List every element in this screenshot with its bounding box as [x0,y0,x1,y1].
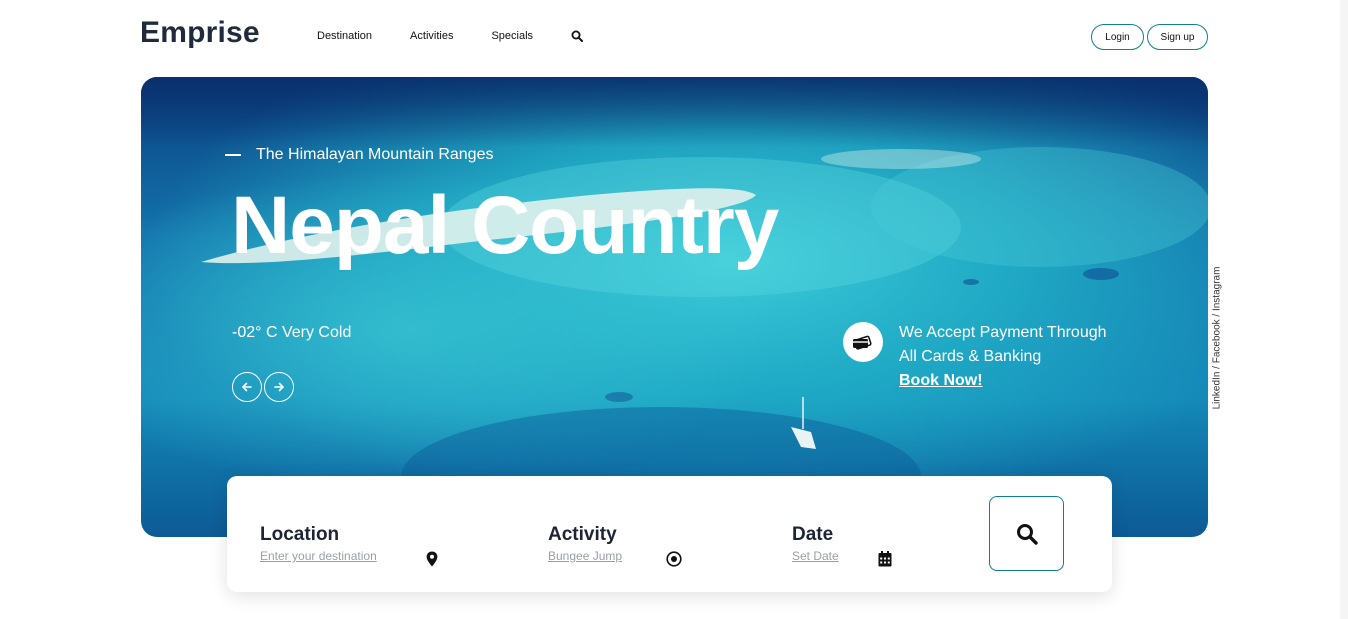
search-icon[interactable] [571,29,585,43]
signup-button[interactable]: Sign up [1147,24,1208,50]
search-panel: Location Enter your destination Activity… [227,476,1112,592]
book-now-link[interactable]: Book Now! [899,369,1107,393]
prev-slide-button[interactable] [232,372,262,402]
slider-controls [232,372,294,402]
location-input[interactable]: Enter your destination [260,549,377,563]
auth-buttons: Login Sign up [1091,24,1208,50]
next-slide-button[interactable] [264,372,294,402]
page-scrollbar[interactable] [1340,0,1348,619]
date-label: Date [792,524,834,545]
activity-select[interactable]: Bungee Jump [548,549,622,563]
date-picker[interactable]: Set Date [792,549,839,563]
search-submit-button[interactable] [989,496,1064,571]
login-button[interactable]: Login [1091,24,1144,50]
payment-line-2: All Cards & Banking [899,348,1042,365]
target-icon[interactable] [666,551,682,567]
nav-destination[interactable]: Destination [317,30,372,42]
main-nav: Destination Activities Specials [317,29,585,43]
site-logo[interactable]: Emprise [140,16,260,50]
social-links[interactable]: LinkedIn / Facebook / Instagram [1211,252,1223,424]
social-links-text: LinkedIn / Facebook / Instagram [1211,266,1223,410]
hero-eyebrow: The Himalayan Mountain Ranges [225,146,493,164]
payment-info: We Accept Payment Through All Cards & Ba… [843,321,1107,393]
eyebrow-dash [225,154,241,156]
map-pin-icon[interactable] [424,551,440,567]
arrow-right-icon [274,382,284,392]
eyebrow-text: The Himalayan Mountain Ranges [256,146,494,163]
hero-banner: The Himalayan Mountain Ranges Nepal Coun… [141,77,1208,537]
hero-title: Nepal Country [231,180,779,271]
arrow-left-icon [242,382,252,392]
payment-line-1: We Accept Payment Through [899,324,1107,341]
search-icon [1016,523,1038,545]
location-label: Location [260,524,340,545]
activity-label: Activity [548,524,617,545]
nav-specials[interactable]: Specials [491,30,533,42]
date-field[interactable]: Date Set Date [792,524,839,563]
credit-card-icon [843,322,883,362]
nav-activities[interactable]: Activities [410,30,453,42]
location-field[interactable]: Location Enter your destination [260,524,377,563]
payment-text: We Accept Payment Through All Cards & Ba… [899,321,1107,393]
calendar-icon[interactable] [877,551,893,567]
activity-field[interactable]: Activity Bungee Jump [548,524,622,563]
weather-readout: -02° C Very Cold [232,324,352,341]
